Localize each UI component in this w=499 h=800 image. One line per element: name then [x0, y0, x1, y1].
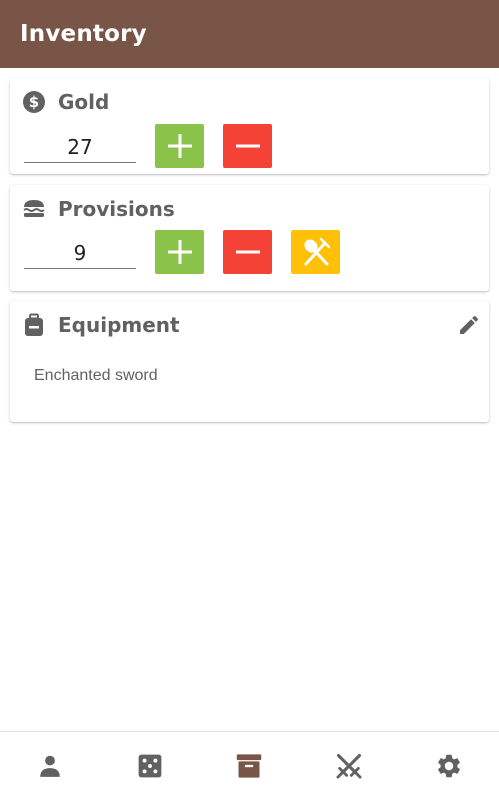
nav-settings[interactable] [399, 732, 499, 800]
dollar-circle-icon: $ [23, 91, 45, 113]
gold-subtract-button[interactable] [223, 124, 272, 168]
archive-box-icon [237, 754, 262, 778]
gold-add-button[interactable] [155, 124, 204, 168]
gold-value-field[interactable] [24, 129, 136, 163]
nav-dice[interactable] [100, 732, 200, 800]
page-title: Inventory [20, 21, 147, 47]
burger-icon [23, 200, 45, 217]
nav-inventory[interactable] [200, 732, 300, 800]
provisions-eat-button[interactable] [291, 230, 340, 274]
provisions-title: Provisions [58, 197, 175, 221]
provisions-value-field[interactable] [24, 235, 136, 269]
provisions-header: Provisions [22, 197, 175, 221]
provisions-add-button[interactable] [155, 230, 204, 274]
person-icon [40, 755, 60, 777]
gold-header: $ Gold [22, 90, 109, 114]
equipment-list-text: Enchanted sword [34, 367, 158, 384]
dice-icon [138, 754, 162, 778]
nav-character[interactable] [0, 732, 100, 800]
equipment-card: Equipment Enchanted sword [10, 301, 489, 422]
gear-icon [438, 754, 460, 778]
app-bar: Inventory [0, 0, 499, 68]
plus-icon [167, 134, 192, 158]
gold-counter [24, 124, 272, 168]
gold-card: $ Gold [10, 78, 489, 174]
provisions-subtract-button[interactable] [223, 230, 272, 274]
plus-icon [167, 240, 192, 264]
gold-title: Gold [58, 90, 110, 114]
provisions-card: Provisions [10, 185, 489, 291]
svg-text:$: $ [29, 93, 39, 111]
bottom-navigation [0, 731, 499, 800]
crossed-swords-icon [336, 753, 362, 779]
nav-combat[interactable] [299, 732, 399, 800]
pencil-icon[interactable] [457, 313, 481, 337]
minus-icon [235, 250, 260, 254]
provisions-counter [24, 230, 340, 274]
utensils-icon [303, 237, 330, 266]
equipment-header: Equipment [22, 313, 180, 337]
equipment-title: Equipment [58, 313, 180, 337]
minus-icon [235, 144, 260, 148]
backpack-icon [25, 313, 43, 336]
